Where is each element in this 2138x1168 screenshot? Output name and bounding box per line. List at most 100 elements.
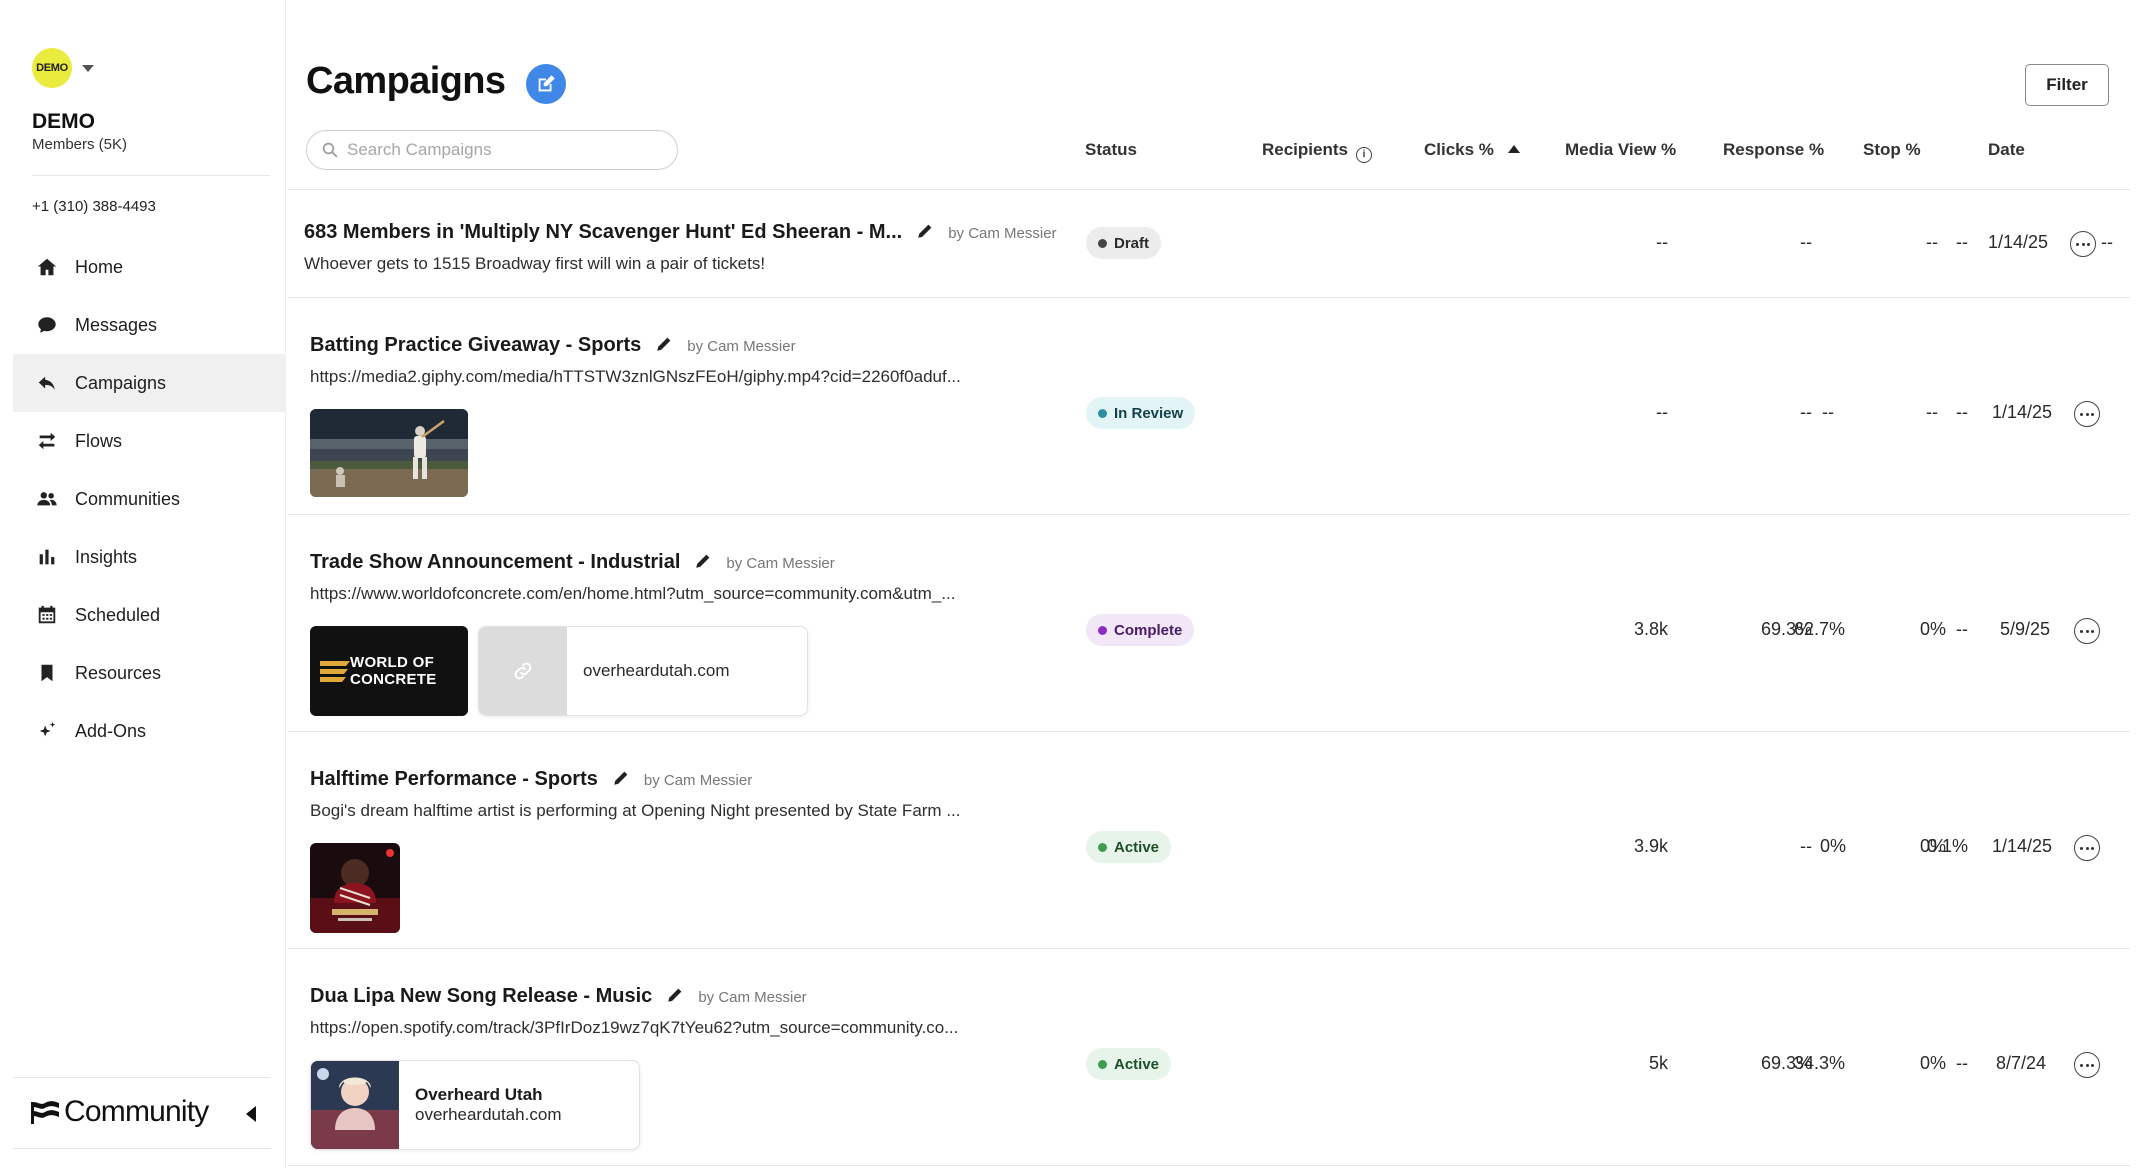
column-header-date[interactable]: Date bbox=[1988, 140, 2025, 160]
page-title: Campaigns bbox=[306, 60, 506, 102]
response-value: -- bbox=[2101, 232, 2113, 252]
table-row[interactable]: Batting Practice Giveaway - Sports by Cam… bbox=[288, 299, 2130, 515]
divider bbox=[13, 1077, 271, 1078]
column-header-label: Recipients bbox=[1262, 140, 1348, 159]
table-row[interactable]: Dua Lipa New Song Release - Music by Cam … bbox=[288, 950, 2130, 1166]
sidebar-item-communities[interactable]: Communities bbox=[13, 470, 286, 528]
response-value: 0% bbox=[1820, 836, 1847, 856]
world-of-concrete-logo[interactable]: WORLD OF CONCRETE bbox=[310, 626, 468, 716]
author-label: by Cam Messier bbox=[643, 772, 753, 789]
table-row[interactable]: 683 Members in 'Multiply NY Scavenger Hu… bbox=[288, 190, 2130, 298]
column-header-clicks[interactable]: Clicks % bbox=[1424, 140, 1520, 160]
campaign-title-text: Trade Show Announcement - Industrial bbox=[310, 551, 681, 573]
bookmark-icon bbox=[35, 661, 59, 685]
clicks-value: -- bbox=[1800, 232, 1812, 252]
link-preview-card[interactable]: Overheard Utah overheardutah.com bbox=[310, 1060, 640, 1150]
column-header-media-view[interactable]: Media View % bbox=[1565, 140, 1676, 160]
sidebar-item-scheduled[interactable]: Scheduled bbox=[13, 586, 286, 644]
campaign-title: 683 Members in 'Multiply NY Scavenger Hu… bbox=[304, 221, 1057, 246]
status-dot bbox=[1098, 238, 1107, 248]
link-preview-image bbox=[311, 1061, 399, 1149]
edit-pencil-icon[interactable] bbox=[666, 986, 684, 1010]
sidebar-item-insights[interactable]: Insights bbox=[13, 528, 286, 586]
sidebar-item-home[interactable]: Home bbox=[13, 238, 286, 296]
people-icon bbox=[35, 487, 59, 511]
status-badge: In Review bbox=[1086, 397, 1196, 429]
status-badge: Active bbox=[1086, 831, 1172, 863]
stop-value: 0% bbox=[1920, 1053, 1947, 1073]
bar-chart-icon bbox=[35, 545, 59, 569]
table-row[interactable]: Halftime Performance - Sports by Cam Mess… bbox=[288, 733, 2130, 949]
sidebar-item-resources[interactable]: Resources bbox=[13, 644, 286, 702]
table-row[interactable]: Trade Show Announcement - Industrial by C… bbox=[288, 516, 2130, 732]
recipients-value: -- bbox=[1656, 232, 1668, 252]
date-value: 5/9/25 bbox=[2000, 619, 2051, 639]
status-badge: Active bbox=[1086, 1048, 1172, 1080]
account-name: DEMO bbox=[32, 110, 95, 133]
column-header-response[interactable]: Response % bbox=[1723, 140, 1824, 160]
more-options-icon[interactable] bbox=[2074, 401, 2100, 427]
more-options-icon[interactable] bbox=[2074, 1052, 2100, 1078]
edit-pencil-icon[interactable] bbox=[694, 552, 712, 576]
edit-pencil-icon[interactable] bbox=[612, 769, 630, 793]
account-phone: +1 (310) 388-4493 bbox=[32, 198, 156, 215]
more-options-icon[interactable] bbox=[2074, 618, 2100, 644]
link-preview-card[interactable]: overheardutah.com bbox=[478, 626, 808, 716]
author-label: by Cam Messier bbox=[726, 555, 835, 572]
account-switcher[interactable]: DEMO bbox=[32, 48, 94, 88]
column-header-label: Clicks % bbox=[1424, 140, 1494, 159]
more-options-icon[interactable] bbox=[2070, 231, 2096, 257]
sidebar-item-label: Scheduled bbox=[75, 604, 161, 625]
clicks-value: -- bbox=[1800, 402, 1812, 422]
sidebar-item-flows[interactable]: Flows bbox=[13, 412, 286, 470]
filter-button[interactable]: Filter bbox=[2025, 64, 2109, 106]
status-label: Complete bbox=[1114, 621, 1183, 639]
sidebar-nav: Home Messages Campaigns Flows Communitie… bbox=[13, 238, 286, 760]
search-input[interactable] bbox=[347, 140, 667, 160]
sidebar-item-label: Communities bbox=[75, 488, 181, 509]
media-view-value: -- bbox=[1956, 1053, 1968, 1073]
info-icon[interactable]: i bbox=[1355, 147, 1372, 163]
stop-value: -- bbox=[1926, 232, 1938, 252]
date-value: 1/14/25 bbox=[1988, 232, 2049, 252]
link-domain: overheardutah.com bbox=[583, 661, 730, 680]
recipients-value: 3.8k bbox=[1633, 619, 1668, 639]
chat-bubble-icon bbox=[35, 313, 59, 337]
campaign-subtitle: https://media2.giphy.com/media/hTTSTW3zn… bbox=[310, 367, 961, 386]
column-header-stop[interactable]: Stop % bbox=[1863, 140, 1921, 160]
singer-photo-image bbox=[311, 1061, 399, 1149]
column-header-status[interactable]: Status bbox=[1085, 140, 1137, 160]
account-members: Members (5K) bbox=[32, 136, 128, 153]
sidebar-item-campaigns[interactable]: Campaigns bbox=[13, 354, 286, 412]
logo-line: WORLD OF bbox=[350, 654, 435, 671]
more-options-icon[interactable] bbox=[2074, 835, 2100, 861]
calendar-icon bbox=[35, 603, 59, 627]
sidebar-item-label: Resources bbox=[75, 662, 162, 683]
media-thumbnail[interactable] bbox=[310, 409, 468, 497]
campaign-subtitle: Whoever gets to 1515 Broadway first will… bbox=[304, 254, 766, 273]
baseball-player-image bbox=[310, 409, 468, 497]
media-view-value: -- bbox=[1956, 232, 1968, 252]
date-value: 1/14/25 bbox=[1992, 402, 2053, 422]
collapse-sidebar-icon[interactable] bbox=[246, 1106, 256, 1122]
logo-line: CONCRETE bbox=[350, 671, 437, 688]
stop-value: -- bbox=[1926, 402, 1938, 422]
campaign-title-text: Batting Practice Giveaway - Sports bbox=[310, 334, 642, 356]
sidebar-item-add-ons[interactable]: Add-Ons bbox=[13, 702, 286, 760]
clicks-value: -- bbox=[1800, 836, 1812, 856]
status-label: Active bbox=[1114, 838, 1160, 856]
status-dot bbox=[1098, 625, 1107, 635]
link-placeholder bbox=[479, 627, 567, 715]
media-thumbnail[interactable] bbox=[310, 843, 400, 933]
sparkle-icon bbox=[35, 719, 59, 743]
new-campaign-button[interactable] bbox=[526, 64, 566, 104]
edit-pencil-icon[interactable] bbox=[916, 222, 934, 246]
sidebar-item-messages[interactable]: Messages bbox=[13, 296, 286, 354]
status-dot bbox=[1098, 408, 1107, 418]
column-header-recipients[interactable]: Recipients i bbox=[1262, 140, 1372, 163]
response-value: -- bbox=[1822, 402, 1834, 422]
edit-pencil-icon[interactable] bbox=[655, 335, 673, 359]
sidebar-item-label: Flows bbox=[75, 430, 123, 451]
brand-logo: Community bbox=[30, 1095, 209, 1129]
search-box[interactable] bbox=[306, 130, 678, 170]
